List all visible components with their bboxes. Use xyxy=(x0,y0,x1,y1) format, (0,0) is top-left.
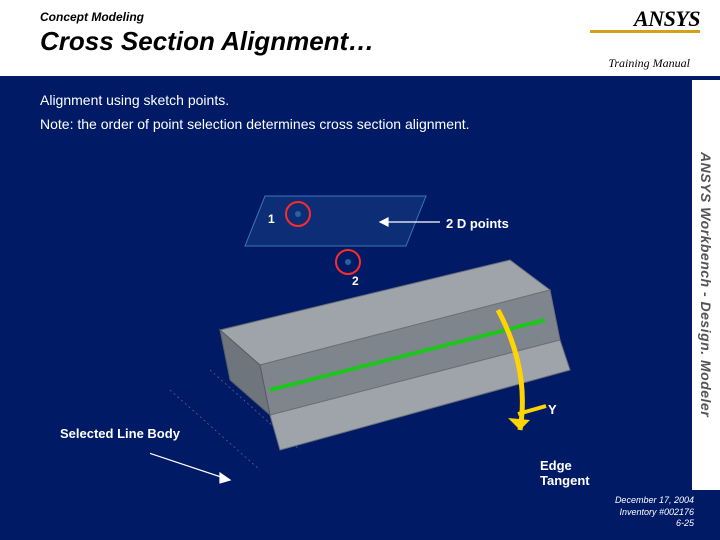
logo: ANSYS xyxy=(590,6,700,33)
vertical-strip-text: ANSYS Workbench - Design. Modeler xyxy=(698,152,714,417)
label-selected-line-body: Selected Line Body xyxy=(60,426,180,441)
label-edge-tangent: Edge Tangent xyxy=(540,458,590,488)
label-point-2: 2 xyxy=(352,274,359,288)
vertical-strip: ANSYS Workbench - Design. Modeler xyxy=(692,80,720,490)
label-point-1: 1 xyxy=(268,212,275,226)
label-2d-points: 2 D points xyxy=(446,216,509,231)
label-y: Y xyxy=(548,402,557,417)
slide: Concept Modeling Cross Section Alignment… xyxy=(0,0,720,540)
figure-svg xyxy=(150,170,590,490)
figure: 1 2 2 D points Y Selected Line Body Edge… xyxy=(150,170,590,470)
sketch-plane-icon xyxy=(245,196,426,274)
footer-inventory: Inventory #002176 xyxy=(615,507,694,519)
footer-date: December 17, 2004 xyxy=(615,495,694,507)
footer-page: 6-25 xyxy=(615,518,694,530)
logo-underline-icon xyxy=(590,30,700,33)
training-manual-label: Training Manual xyxy=(608,56,690,71)
content: Alignment using sketch points. Note: the… xyxy=(40,92,680,132)
body-line-2: Note: the order of point selection deter… xyxy=(40,116,680,132)
footer: December 17, 2004 Inventory #002176 6-25 xyxy=(615,495,694,530)
header: Concept Modeling Cross Section Alignment… xyxy=(0,0,720,78)
body-line-1: Alignment using sketch points. xyxy=(40,92,680,108)
selected-leader-icon xyxy=(150,450,230,483)
logo-text: ANSYS xyxy=(634,6,700,32)
